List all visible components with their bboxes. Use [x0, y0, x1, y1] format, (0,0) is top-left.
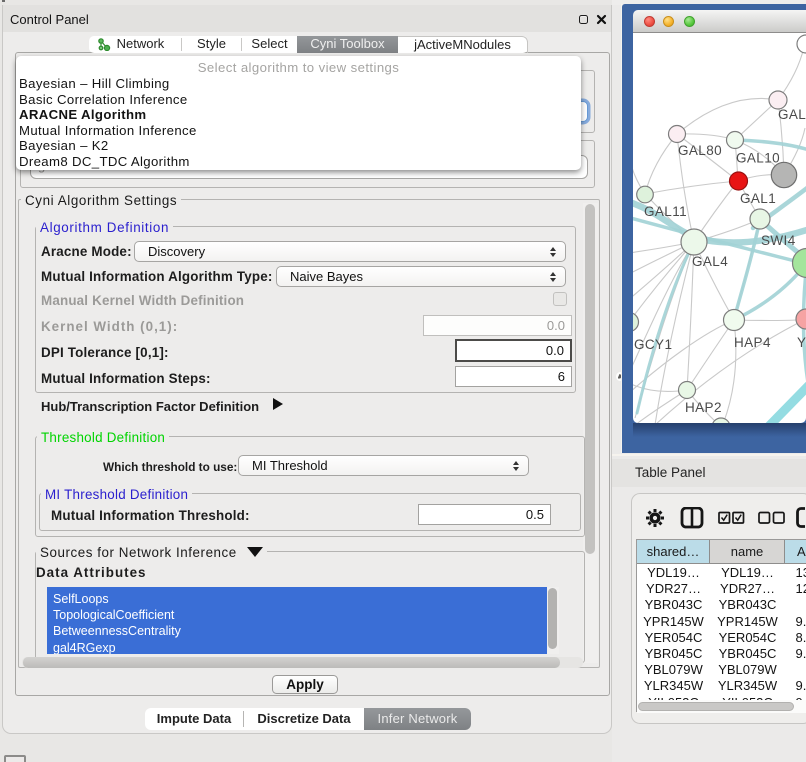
svg-text:YEL: YEL [797, 335, 806, 350]
svg-text:GAL11: GAL11 [644, 204, 687, 219]
svg-text:GAL1: GAL1 [740, 191, 776, 206]
svg-text:GAL2: GAL2 [778, 107, 806, 122]
svg-text:HAP2: HAP2 [685, 400, 722, 415]
svg-text:GCY1: GCY1 [634, 337, 672, 352]
svg-text:GAL10: GAL10 [736, 151, 780, 166]
svg-text:GAL80: GAL80 [678, 143, 722, 158]
svg-text:GAL4: GAL4 [692, 254, 728, 269]
svg-text:SWI4: SWI4 [761, 233, 796, 248]
svg-text:HAP4: HAP4 [734, 335, 771, 350]
